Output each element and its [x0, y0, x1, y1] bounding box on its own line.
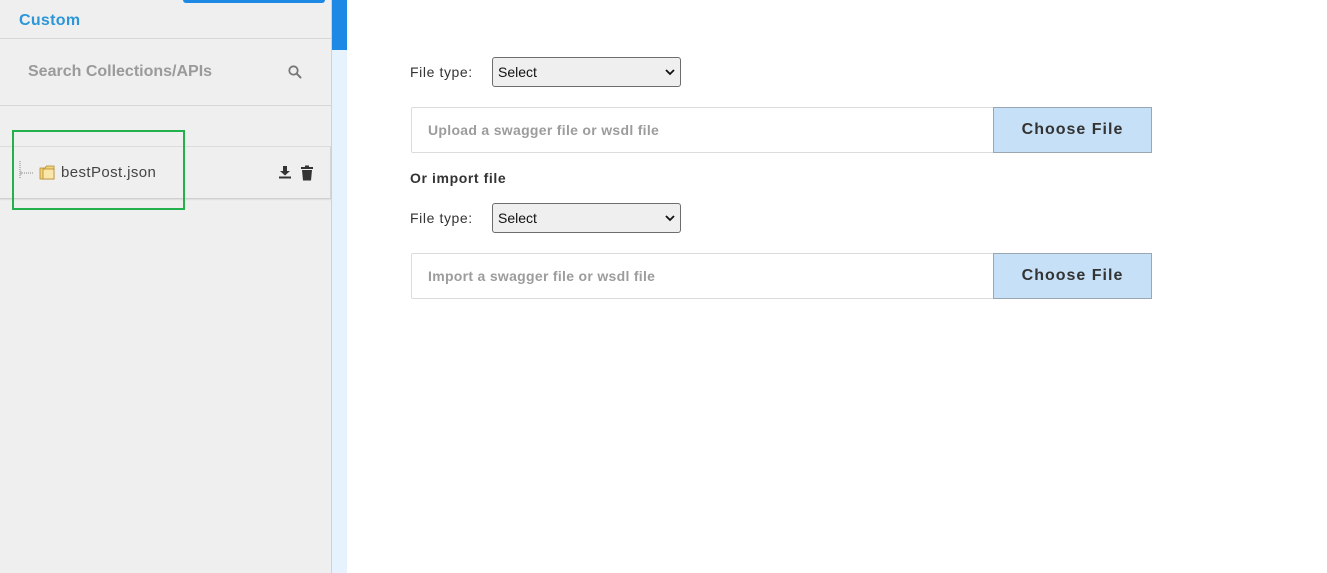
upload-file-placeholder: Upload a swagger file or wsdl file — [428, 122, 660, 138]
upload-select-value: Select — [498, 64, 537, 80]
highlight-box — [12, 130, 185, 210]
main-panel: File type: Select Upload a swagger file … — [347, 0, 1327, 573]
tab-indicator[interactable] — [183, 0, 325, 3]
import-file-type-label: File type: — [410, 210, 473, 226]
upload-file-field[interactable]: Upload a swagger file or wsdl file Choos… — [411, 107, 1152, 153]
import-file-field[interactable]: Import a swagger file or wsdl file Choos… — [411, 253, 1152, 299]
sidebar-title[interactable]: Custom — [19, 12, 80, 30]
import-file-type-select[interactable]: Select — [492, 203, 681, 233]
sidebar: Custom Search Collections/APIs bestPost.… — [0, 0, 332, 573]
search-icon[interactable] — [288, 65, 302, 79]
import-heading: Or import file — [410, 170, 507, 186]
divider — [0, 105, 331, 106]
upload-choose-file-button[interactable]: Choose File — [993, 107, 1152, 153]
upload-file-type-label: File type: — [410, 64, 473, 80]
splitter-accent — [332, 0, 347, 50]
chevron-down-icon — [665, 215, 675, 222]
panel-splitter[interactable] — [332, 0, 347, 573]
upload-file-type-select[interactable]: Select — [492, 57, 681, 87]
search-bar[interactable]: Search Collections/APIs — [0, 39, 331, 105]
import-choose-file-button[interactable]: Choose File — [993, 253, 1152, 299]
chevron-down-icon — [665, 69, 675, 76]
trash-icon[interactable] — [300, 165, 314, 181]
import-file-placeholder: Import a swagger file or wsdl file — [428, 268, 656, 284]
import-select-value: Select — [498, 210, 537, 226]
download-icon[interactable] — [278, 165, 292, 179]
search-input[interactable]: Search Collections/APIs — [28, 63, 212, 81]
